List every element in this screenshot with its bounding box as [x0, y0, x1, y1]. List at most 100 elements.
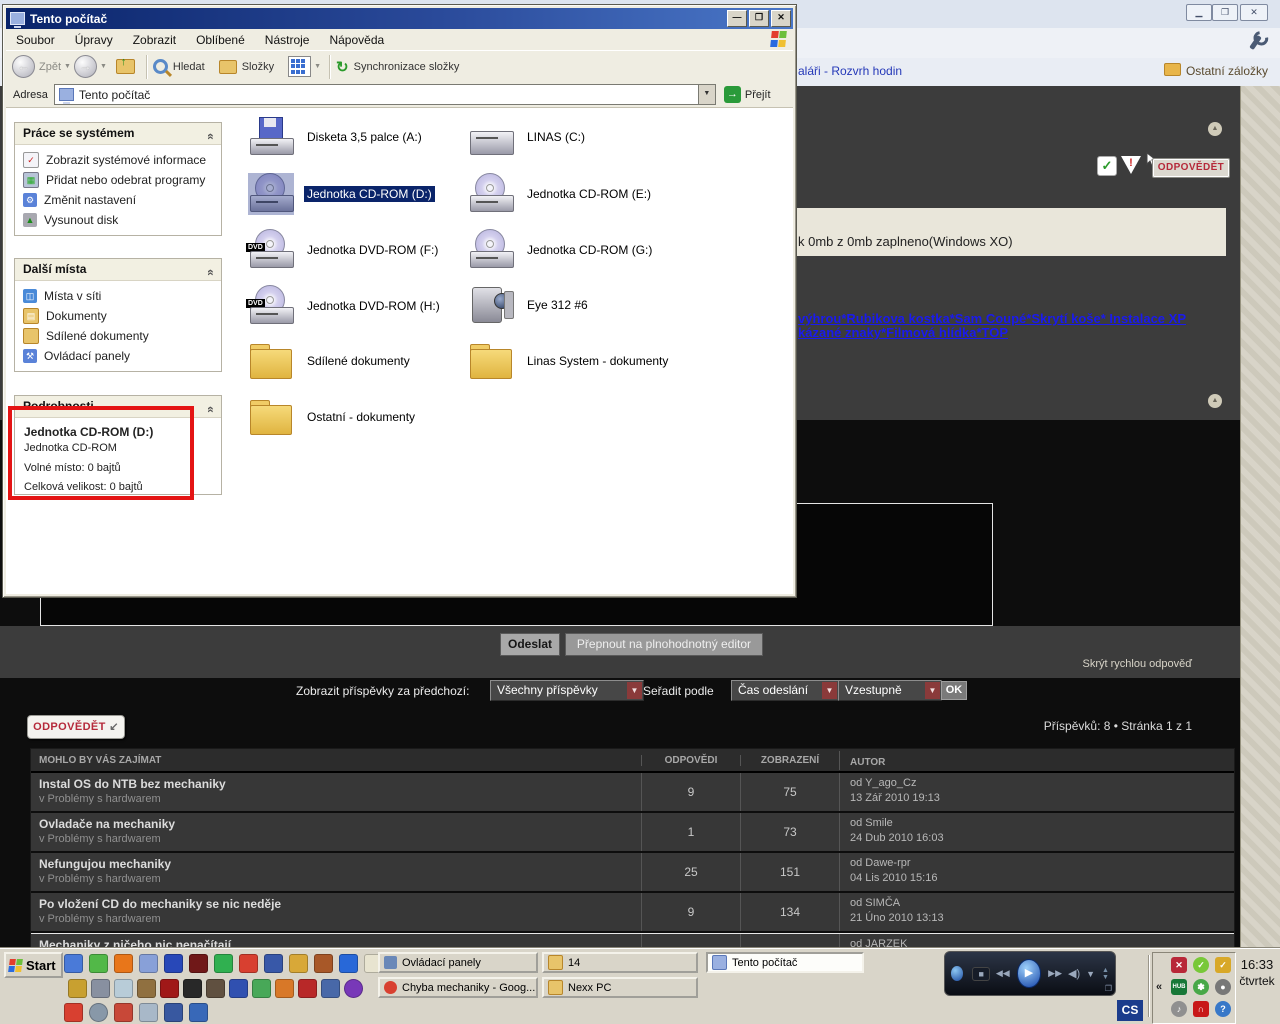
filter-select[interactable]: Všechny příspěvky▼: [490, 680, 644, 701]
chevron-down-icon[interactable]: ▼: [314, 63, 321, 70]
taskbar-button-chrome-error[interactable]: Chyba mechaniky - Goog...: [378, 977, 538, 998]
explorer-titlebar[interactable]: Tento počítač — ❐ ✕: [6, 8, 793, 29]
collapse-chevron-icon[interactable]: «: [200, 269, 221, 276]
dots-icon[interactable]: ●: [1215, 979, 1231, 995]
star-icon[interactable]: [298, 979, 317, 998]
chevron-down-icon[interactable]: ▼: [698, 85, 715, 104]
hub-icon[interactable]: HUB: [1171, 979, 1187, 995]
signature-line-1[interactable]: výhrou*Rubikova kostka*Sam Coupé*Skrytí …: [798, 312, 1186, 326]
sync-icon[interactable]: ↻: [336, 58, 349, 76]
file-item[interactable]: DVD Jednotka DVD-ROM (F:): [248, 229, 441, 271]
media-player-icon[interactable]: [164, 954, 183, 973]
file-item-selected[interactable]: Jednotka CD-ROM (D:): [248, 173, 435, 215]
search-label[interactable]: Hledat: [173, 61, 205, 73]
topic-link[interactable]: Mechaniky z ničeho nic nenačítají: [39, 937, 641, 948]
scroll-top-button-2[interactable]: ▲: [1208, 394, 1222, 408]
forward-button[interactable]: →: [74, 55, 97, 78]
minimize-button[interactable]: —: [727, 10, 747, 27]
topic-link[interactable]: Po vložení CD do mechaniky se nic neděje: [39, 896, 641, 912]
icq-icon[interactable]: [89, 954, 108, 973]
home-icon[interactable]: [114, 1003, 133, 1022]
security-alert-icon[interactable]: ✕: [1171, 957, 1187, 973]
paint-icon[interactable]: [68, 979, 87, 998]
icq-clover-icon[interactable]: ✽: [1193, 979, 1209, 995]
topic-link[interactable]: Ovladače na mechaniky: [39, 816, 641, 832]
buildings-icon[interactable]: [91, 979, 110, 998]
topic-link[interactable]: Instal OS do NTB bez mechaniky: [39, 776, 641, 792]
update-ok-icon[interactable]: ✓: [1193, 957, 1209, 973]
file-item[interactable]: Jednotka CD-ROM (E:): [468, 173, 654, 215]
previous-button[interactable]: ◀◀: [996, 968, 1010, 979]
views-button[interactable]: [288, 56, 311, 77]
chevron-down-icon[interactable]: ▼: [64, 63, 71, 70]
go-icon[interactable]: →: [724, 86, 741, 103]
next-button[interactable]: ▶▶: [1048, 968, 1062, 979]
sync-label[interactable]: Synchronizace složky: [354, 61, 460, 73]
sidebar-item-documents[interactable]: ▤Dokumenty: [15, 306, 221, 326]
file-item[interactable]: Ostatní - dokumenty: [248, 398, 418, 436]
chevron-down-icon[interactable]: ▼: [1086, 969, 1095, 979]
bookmark-item[interactable]: aláři - Rozvrh hodin: [798, 64, 902, 78]
mvu-icon[interactable]: [344, 979, 363, 998]
sidebar-item-network[interactable]: ◫Místa v síti: [15, 286, 221, 306]
antivirus-umbrella-icon[interactable]: ∩: [1193, 1001, 1209, 1017]
sidebar-item-control-panel[interactable]: ⚒Ovládací panely: [15, 346, 221, 366]
folder-icon[interactable]: [289, 954, 308, 973]
taskbar-button-my-computer[interactable]: Tento počítač: [706, 952, 864, 973]
show-desktop-icon[interactable]: [139, 954, 158, 973]
chevron-down-icon[interactable]: ▼: [100, 63, 107, 70]
menu-soubor[interactable]: Soubor: [6, 33, 65, 47]
daemon-tools-icon[interactable]: [189, 954, 208, 973]
ok-button[interactable]: OK: [941, 681, 967, 700]
volume-icon[interactable]: ◀): [1068, 967, 1080, 980]
post-approved-icon[interactable]: ✓: [1097, 156, 1117, 176]
sort-select[interactable]: Čas odeslání▼: [731, 680, 839, 701]
go-label[interactable]: Přejít: [745, 89, 771, 101]
menu-nastroje[interactable]: Nástroje: [255, 33, 320, 47]
collapse-chevron-icon[interactable]: «: [200, 406, 221, 413]
browser-restore-button[interactable]: ❐: [1212, 4, 1238, 21]
menu-zobrazit[interactable]: Zobrazit: [123, 33, 186, 47]
file-item[interactable]: DVD Jednotka DVD-ROM (H:): [248, 285, 443, 327]
sidebar-item-system-info[interactable]: ✓Zobrazit systémové informace: [15, 150, 221, 170]
glove-icon[interactable]: [314, 954, 333, 973]
language-indicator[interactable]: CS: [1117, 1000, 1143, 1021]
scroll-top-button[interactable]: ▲: [1208, 122, 1222, 136]
taskbar-button-folder-14[interactable]: 14: [542, 952, 698, 973]
cards-icon[interactable]: [139, 1003, 158, 1022]
up-button[interactable]: [116, 59, 135, 74]
deskband-resize[interactable]: ▲▼: [1102, 967, 1109, 981]
tray-expand-icon[interactable]: «: [1156, 981, 1162, 993]
collapse-chevron-icon[interactable]: «: [200, 133, 221, 140]
volume-tray-icon[interactable]: ♪: [1171, 1001, 1187, 1017]
chrome-icon[interactable]: [239, 954, 258, 973]
signature-line-2[interactable]: kázané znaky*Filmová hlídka*TOP: [798, 326, 1186, 340]
file-item[interactable]: LINAS (C:): [468, 116, 588, 158]
monitor-icon[interactable]: [189, 1003, 208, 1022]
menu-oblibene[interactable]: Oblíbené: [186, 33, 255, 47]
sims-icon[interactable]: [252, 979, 271, 998]
game2-icon[interactable]: [206, 979, 225, 998]
browser-scrollbar[interactable]: [1240, 86, 1280, 948]
stop-button[interactable]: ■: [972, 967, 989, 981]
browser-minimize-button[interactable]: ▁: [1186, 4, 1212, 21]
file-item[interactable]: Jednotka CD-ROM (G:): [468, 229, 655, 271]
browser-close-button[interactable]: ✕: [1240, 4, 1268, 21]
maximize-button[interactable]: ❐: [749, 10, 769, 27]
taskbar-button-control-panel[interactable]: Ovládací panely: [378, 952, 538, 973]
file-item[interactable]: Eye 312 #6: [468, 285, 591, 325]
sidebar-item-eject[interactable]: ▲Vysunout disk: [15, 210, 221, 230]
sidebar-item-shared-documents[interactable]: Sdílené dokumenty: [15, 326, 221, 346]
m-game-icon[interactable]: [160, 979, 179, 998]
display-icon[interactable]: [264, 954, 283, 973]
utorrent-icon[interactable]: [214, 954, 233, 973]
file-item[interactable]: Sdílené dokumenty: [248, 342, 413, 380]
help-shield-icon[interactable]: ?: [1215, 1001, 1231, 1017]
shield-icon[interactable]: [321, 979, 340, 998]
clock[interactable]: 16:33 čtvrtek: [1236, 957, 1278, 989]
folders-icon[interactable]: [219, 60, 237, 74]
crest-icon[interactable]: [164, 1003, 183, 1022]
scheduler-icon[interactable]: ✓: [1215, 957, 1231, 973]
menu-upravy[interactable]: Úpravy: [65, 33, 123, 47]
spade-icon[interactable]: [229, 979, 248, 998]
